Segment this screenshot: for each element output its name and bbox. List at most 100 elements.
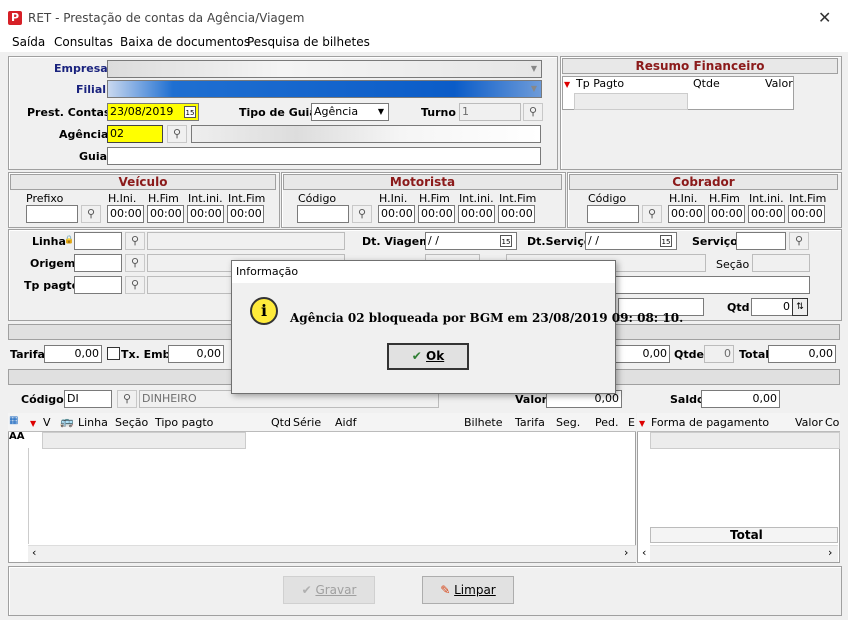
binoculars-icon[interactable]: ⚲ [117,390,137,408]
motorista-codigo-input[interactable] [297,205,349,223]
close-icon[interactable]: ✕ [818,8,831,27]
tppagto-label: Tp pagto [24,279,80,292]
calendar-icon[interactable]: 15 [660,235,672,247]
binoculars-icon[interactable]: ⚲ [352,205,372,223]
gravar-button[interactable]: ✔ Gravar [283,576,375,604]
linha-input[interactable] [74,232,122,250]
scroll-right-icon[interactable]: › [624,546,628,559]
veiculo-hini-input[interactable]: 00:00 [107,205,144,223]
veiculo-intfim-input[interactable]: 00:00 [227,205,264,223]
motorista-hini-input[interactable]: 00:00 [378,205,415,223]
binoculars-icon[interactable]: ⚲ [523,103,543,121]
binoculars-icon[interactable]: ⚲ [125,276,145,294]
qtd-input[interactable]: 0 [751,298,793,316]
menu-baixa-documentos[interactable]: Baixa de documentos [120,35,250,49]
table-settings-icon[interactable]: ▦ [9,415,18,426]
col-valor: Valor [795,416,823,429]
calendar-icon[interactable]: 15 [500,235,512,247]
info-dialog: Informação i Agência 02 bloqueada por BG… [231,260,683,394]
origem-input[interactable] [74,254,122,272]
table-row[interactable] [650,432,840,449]
scroll-left-icon[interactable]: ‹ [642,546,646,559]
sort-arrow-icon: ▼ [564,80,571,89]
motorista-intini-label: Int.ini. [459,192,494,205]
veiculo-intfim-label: Int.Fim [228,192,266,205]
info-icon: i [250,297,278,325]
qtd-label: Qtd [727,301,750,314]
agencia-input[interactable]: 02 [107,125,163,143]
horizontal-scrollbar[interactable] [650,545,838,562]
agencia-label: Agência [59,128,109,141]
motorista-intfim-input[interactable]: 00:00 [498,205,535,223]
limpar-button[interactable]: ✎ Limpar [422,576,514,604]
cobrador-hini-label: H.Ini. [669,192,698,205]
menu-saida[interactable]: Saída [12,35,45,49]
prest-contas-label: Prest. Contas [27,106,111,119]
binoculars-icon[interactable]: ⚲ [81,205,101,223]
txemb-checkbox[interactable] [107,347,120,360]
txemb-input[interactable]: 0,00 [168,345,224,363]
agencia-name [191,125,541,143]
chevron-down-icon[interactable]: ▼ [527,61,541,77]
sort-updown-icon[interactable]: ⇅ [792,298,808,316]
value3-input[interactable]: 0,00 [614,345,670,363]
dialog-title: Informação [236,265,299,278]
ok-button[interactable]: ✔ Ok [387,343,469,370]
check-icon: ✔ [301,583,312,597]
total-input[interactable]: 0,00 [768,345,836,363]
horizontal-scrollbar[interactable] [28,545,636,562]
cobrador-hfim-input[interactable]: 00:00 [708,205,745,223]
turno-input[interactable]: 1 [459,103,521,121]
binoculars-icon[interactable]: ⚲ [125,232,145,250]
chevron-down-icon[interactable]: ▼ [527,81,541,97]
veiculo-hfim-label: H.Fim [148,192,179,205]
veiculo-intini-input[interactable]: 00:00 [187,205,224,223]
servico-input[interactable] [736,232,786,250]
cobrador-hini-input[interactable]: 00:00 [668,205,705,223]
motorista-intini-input[interactable]: 00:00 [458,205,495,223]
menu-pesquisa-bilhetes[interactable]: Pesquisa de bilhetes [247,35,370,49]
empresa-select[interactable] [107,60,542,78]
veiculo-hfim-input[interactable]: 00:00 [147,205,184,223]
binoculars-icon[interactable]: ⚲ [167,125,187,143]
lock-icon: 🔒 [64,235,74,244]
scroll-left-icon[interactable]: ‹ [32,546,36,559]
tarifa-input[interactable]: 0,00 [44,345,102,363]
tarifa-label: Tarifa [10,348,45,361]
guia-input[interactable] [107,147,541,165]
filial-select[interactable] [107,80,542,98]
motorista-hfim-input[interactable]: 00:00 [418,205,455,223]
tppagto-extra[interactable] [614,276,810,294]
font-icon[interactable]: AA [9,431,24,442]
gravar-label: Gravar [315,583,357,597]
col-co: Co [825,416,840,429]
col-aidf: Aidf [335,416,357,429]
binoculars-icon[interactable]: ⚲ [789,232,809,250]
table-row[interactable] [42,432,246,449]
scroll-right-icon[interactable]: › [828,546,832,559]
binoculars-icon[interactable]: ⚲ [642,205,662,223]
check-icon: ✔ [411,349,422,363]
txemb-label: Tx. Emb [121,348,171,361]
window-title: RET - Prestação de contas da Agência/Via… [28,11,305,25]
prefixo-input[interactable] [26,205,78,223]
col-seg: Seg. [556,416,581,429]
chevron-down-icon[interactable]: ▼ [374,104,388,120]
binoculars-icon[interactable]: ⚲ [125,254,145,272]
dtviagem-label: Dt. Viagem [362,235,431,248]
resumo-col-tppagto: Tp Pagto [576,77,625,90]
app-icon: P [8,11,22,25]
prefixo-label: Prefixo [26,192,64,205]
col-forma-pagamento: Forma de pagamento [651,416,770,429]
menu-consultas[interactable]: Consultas [54,35,113,49]
cobrador-intini-input[interactable]: 00:00 [748,205,785,223]
col-linha: Linha [78,416,108,429]
saldo-input[interactable]: 0,00 [701,390,780,408]
guia-label: Guia [79,150,108,163]
qtde-input: 0 [704,345,734,363]
calendar-icon[interactable]: 15 [184,106,196,118]
tppagto-input[interactable] [74,276,122,294]
codigo-input[interactable]: DI [64,390,112,408]
cobrador-codigo-input[interactable] [587,205,639,223]
cobrador-intfim-input[interactable]: 00:00 [788,205,825,223]
